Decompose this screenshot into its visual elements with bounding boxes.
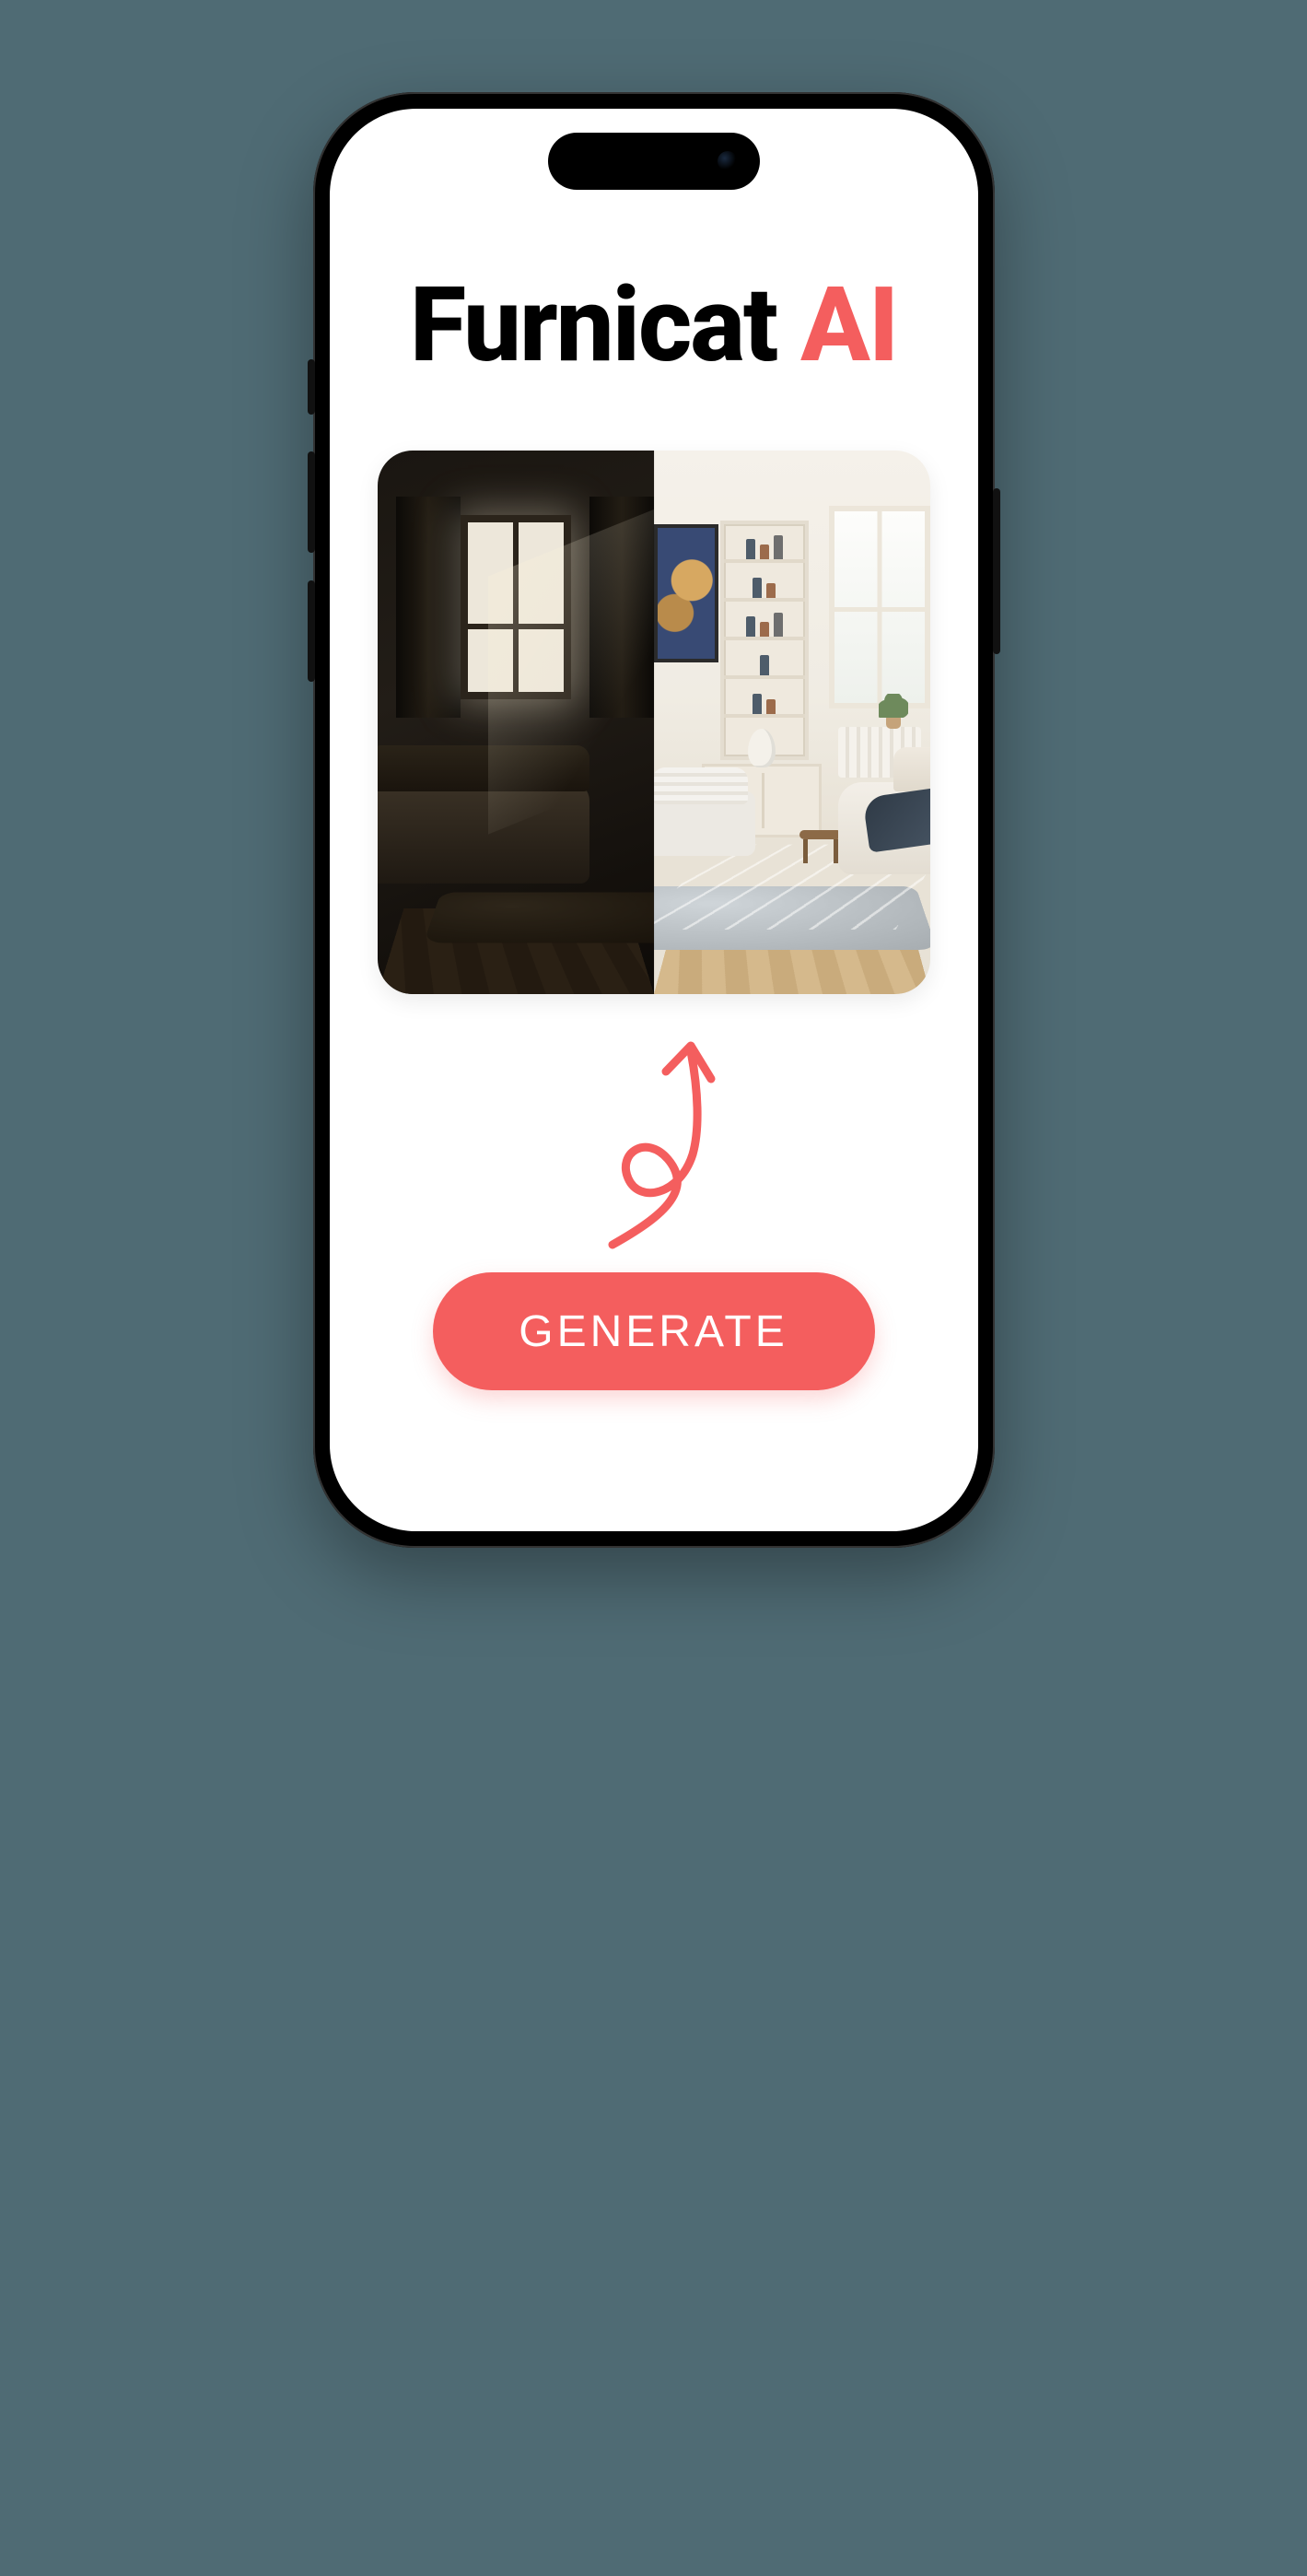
- arrow-decoration: [562, 1025, 746, 1256]
- side-button-volume-down: [308, 580, 315, 682]
- side-button-power: [993, 488, 1000, 654]
- comparison-divider[interactable]: [653, 451, 655, 994]
- app-title-main: Furnicat: [410, 265, 776, 386]
- before-after-comparison[interactable]: [378, 451, 930, 994]
- dynamic-island: [548, 133, 760, 190]
- phone-frame: Furnicat AI: [313, 92, 995, 1548]
- after-image: [654, 451, 930, 994]
- side-button-volume-up: [308, 451, 315, 553]
- curly-arrow-up-icon: [562, 1025, 746, 1256]
- app-title-accent: AI: [800, 265, 897, 386]
- side-button-silent: [308, 359, 315, 415]
- app-title: Furnicat AI: [410, 265, 897, 386]
- before-image: [378, 451, 654, 994]
- front-camera-icon: [718, 151, 738, 171]
- generate-button[interactable]: GENERATE: [433, 1272, 875, 1390]
- app-screen: Furnicat AI: [330, 109, 978, 1531]
